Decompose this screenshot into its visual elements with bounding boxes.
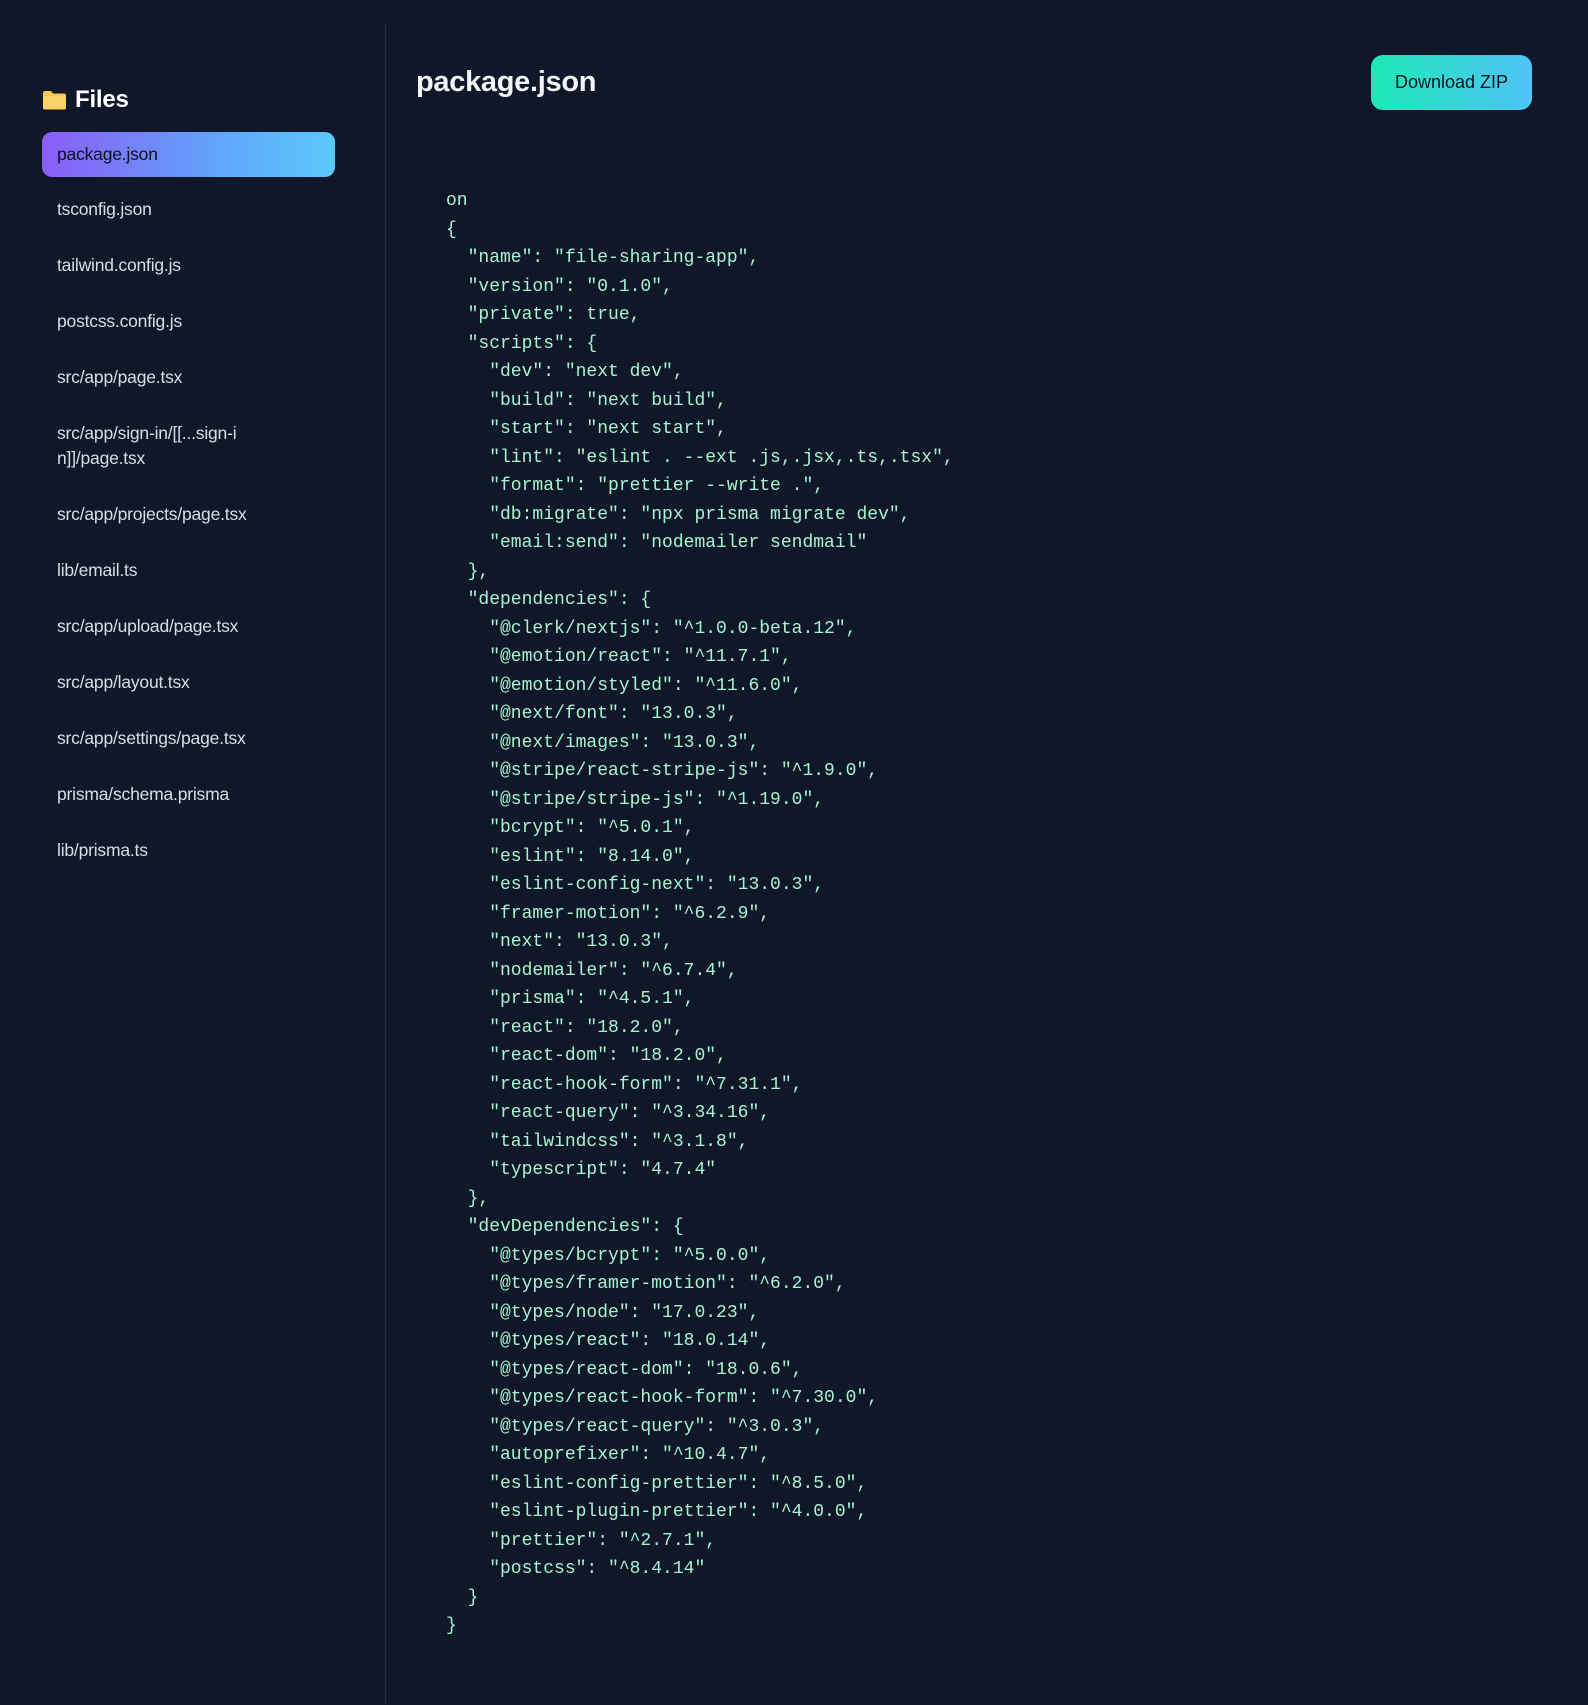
file-item-tsconfig-json[interactable]: tsconfig.json [42, 186, 335, 233]
file-title: package.json [416, 66, 597, 98]
file-item-settings-page[interactable]: src/app/settings/page.tsx [42, 715, 335, 762]
file-item-package-json[interactable]: package.json [42, 132, 335, 177]
folder-icon [42, 90, 67, 110]
download-zip-button[interactable]: Download ZIP [1371, 55, 1532, 110]
file-item-upload-page[interactable]: src/app/upload/page.tsx [42, 603, 335, 650]
file-sidebar: Files package.json tsconfig.json tailwin… [0, 24, 386, 1704]
file-list: package.json tsconfig.json tailwind.conf… [42, 132, 335, 874]
sidebar-title: Files [75, 86, 129, 113]
file-viewer: package.json Download ZIP on { "name": "… [386, 0, 1588, 1705]
file-item-sign-in-page[interactable]: src/app/sign-in/[[...sign-in]]/page.tsx [42, 410, 272, 482]
file-item-app-page[interactable]: src/app/page.tsx [42, 354, 335, 401]
app-root: Files package.json tsconfig.json tailwin… [0, 0, 1588, 1705]
code-viewer: on { "name": "file-sharing-app", "versio… [446, 191, 954, 1636]
file-item-layout[interactable]: src/app/layout.tsx [42, 659, 335, 706]
file-item-tailwind-config[interactable]: tailwind.config.js [42, 242, 335, 289]
file-item-projects-page[interactable]: src/app/projects/page.tsx [42, 491, 335, 538]
file-item-postcss-config[interactable]: postcss.config.js [42, 298, 335, 345]
file-item-prisma-ts[interactable]: lib/prisma.ts [42, 827, 335, 874]
file-item-schema-prisma[interactable]: prisma/schema.prisma [42, 771, 335, 818]
file-item-email-ts[interactable]: lib/email.ts [42, 547, 335, 594]
sidebar-header: Files [42, 80, 385, 120]
